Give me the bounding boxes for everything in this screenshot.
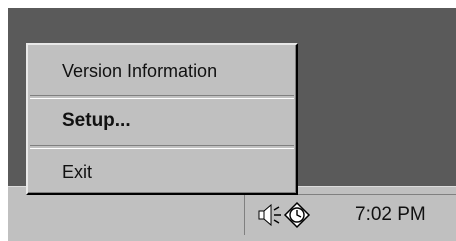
speaker-volume-icon[interactable] — [255, 201, 283, 229]
task-scheduler-icon[interactable] — [283, 201, 311, 229]
system-tray: 7:02 PM — [244, 194, 456, 235]
menu-separator — [30, 95, 294, 99]
clock[interactable]: 7:02 PM — [355, 204, 426, 226]
menu-item-version-information[interactable]: Version Information — [30, 50, 294, 92]
menu-item-exit[interactable]: Exit — [30, 151, 294, 193]
menu-separator — [30, 145, 294, 149]
tray-context-menu: Version Information Setup... Exit — [26, 43, 298, 195]
menu-item-setup[interactable]: Setup... — [30, 100, 294, 142]
